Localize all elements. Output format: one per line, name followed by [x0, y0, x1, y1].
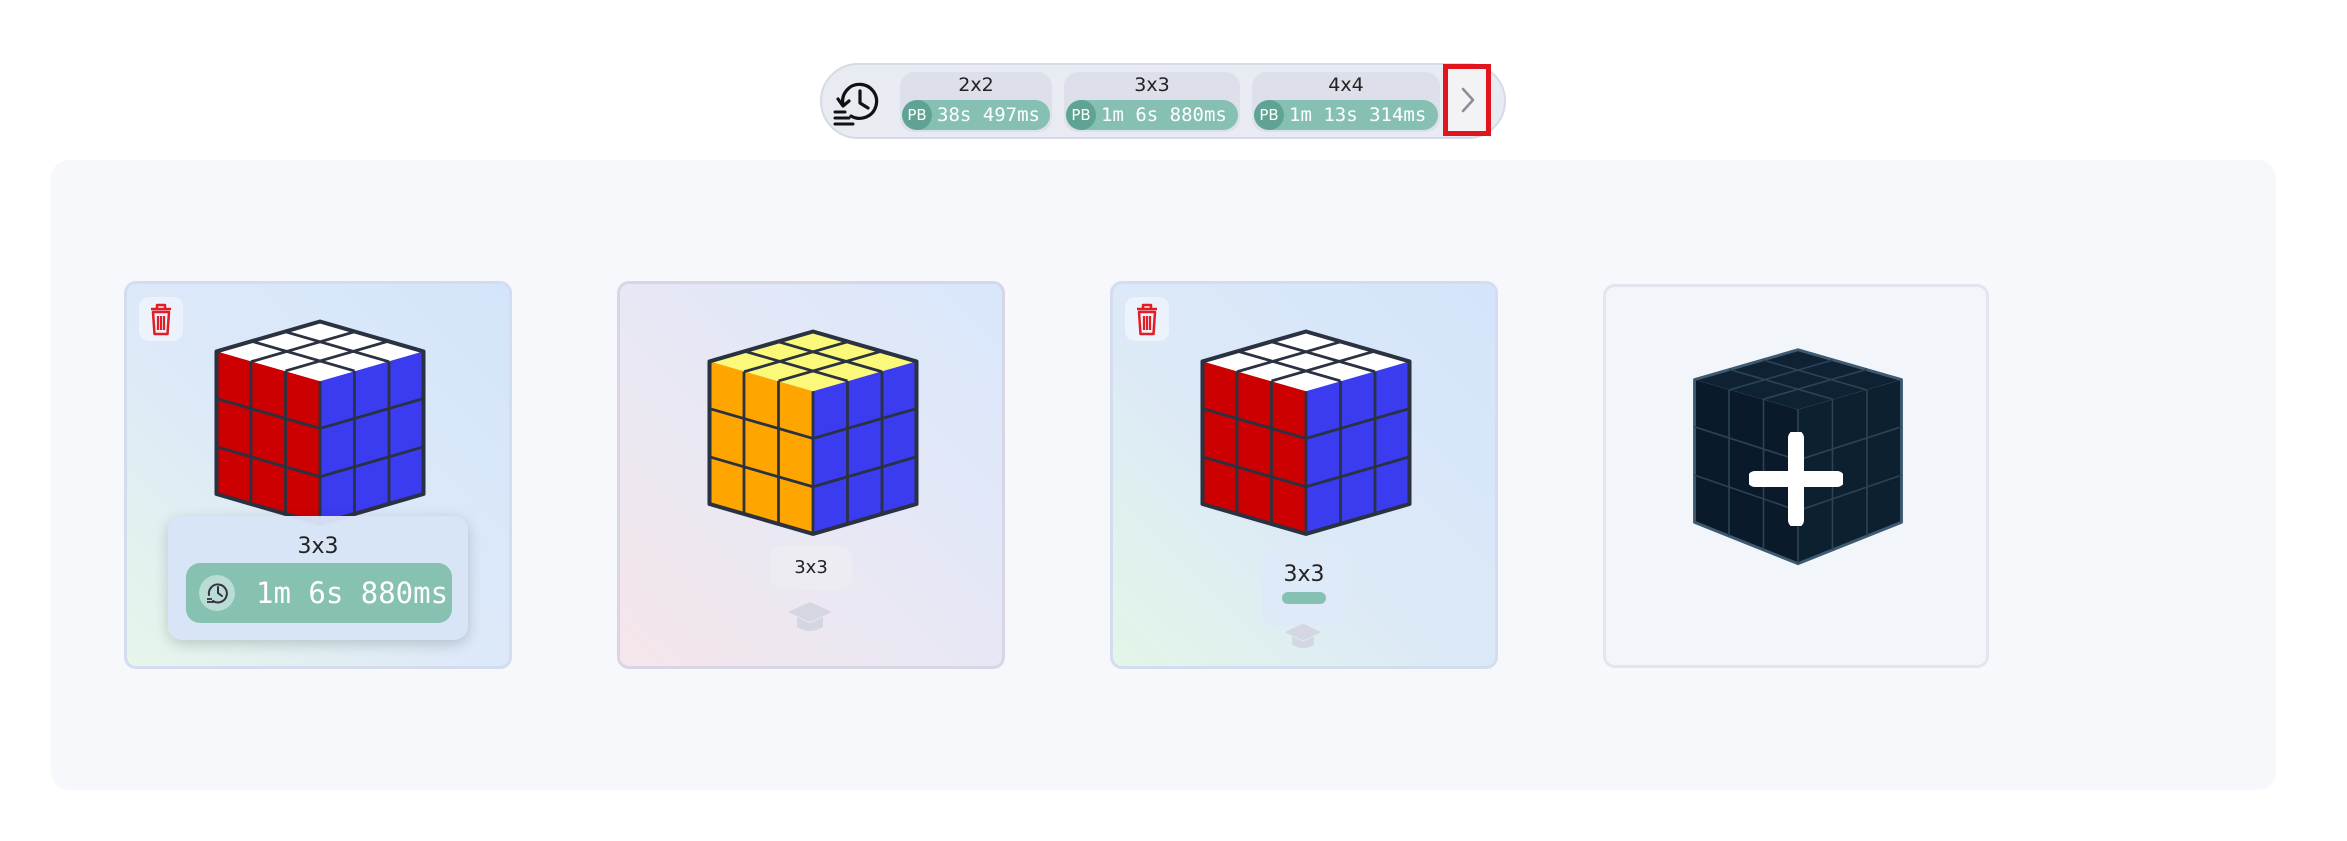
pb-time-value: 1m 6s 880ms — [1101, 104, 1227, 126]
scroll-right-button[interactable] — [1443, 64, 1491, 136]
puzzle-label: 3x3 — [1283, 562, 1325, 587]
pb-chip-time: PB 1m 13s 314ms — [1254, 100, 1438, 130]
progress-bar — [1282, 592, 1326, 604]
pb-chip-label: 2x2 — [958, 74, 994, 96]
pb-chip-time: PB 1m 6s 880ms — [1066, 100, 1238, 130]
pb-time-value: 1m 13s 314ms — [1289, 104, 1427, 126]
pb-chip-3x3[interactable]: 3x3 PB 1m 6s 880ms — [1064, 72, 1240, 132]
pb-chip-4x4[interactable]: 4x4 PB 1m 13s 314ms — [1252, 72, 1440, 132]
pb-chip-2x2[interactable]: 2x2 PB 38s 497ms — [900, 72, 1052, 132]
cube-3x3-icon — [214, 319, 426, 526]
puzzle-label: 3x3 — [770, 546, 852, 590]
puzzle-label-card: 3x3 — [1262, 546, 1346, 626]
pb-time-value: 38s 497ms — [937, 104, 1040, 126]
delete-button[interactable] — [139, 297, 183, 341]
tooltip-title: 3x3 — [297, 534, 339, 559]
trash-icon — [151, 303, 171, 336]
pb-chip-label: 4x4 — [1328, 74, 1364, 96]
pb-badge: PB — [902, 100, 932, 130]
chevron-right-icon — [1461, 87, 1475, 113]
plus-icon — [1749, 432, 1843, 526]
cube-3x3-icon — [1200, 329, 1412, 536]
pb-tooltip: 3x3 1m 6s 880ms — [168, 516, 468, 640]
tooltip-time: 1m 6s 880ms — [186, 563, 452, 623]
pb-badge: PB — [1254, 100, 1284, 130]
trash-icon — [1137, 303, 1157, 336]
delete-button[interactable] — [1125, 297, 1169, 341]
graduation-cap-icon[interactable] — [1279, 622, 1327, 654]
pb-badge: PB — [1066, 100, 1096, 130]
graduation-cap-icon[interactable] — [786, 600, 834, 638]
pb-chip-label: 3x3 — [1134, 74, 1170, 96]
history-icon — [199, 575, 235, 611]
pb-chip-time: PB 38s 497ms — [902, 100, 1050, 130]
tooltip-time-value: 1m 6s 880ms — [256, 576, 449, 610]
cube-3x3-icon — [707, 329, 919, 536]
history-icon[interactable] — [831, 75, 883, 127]
